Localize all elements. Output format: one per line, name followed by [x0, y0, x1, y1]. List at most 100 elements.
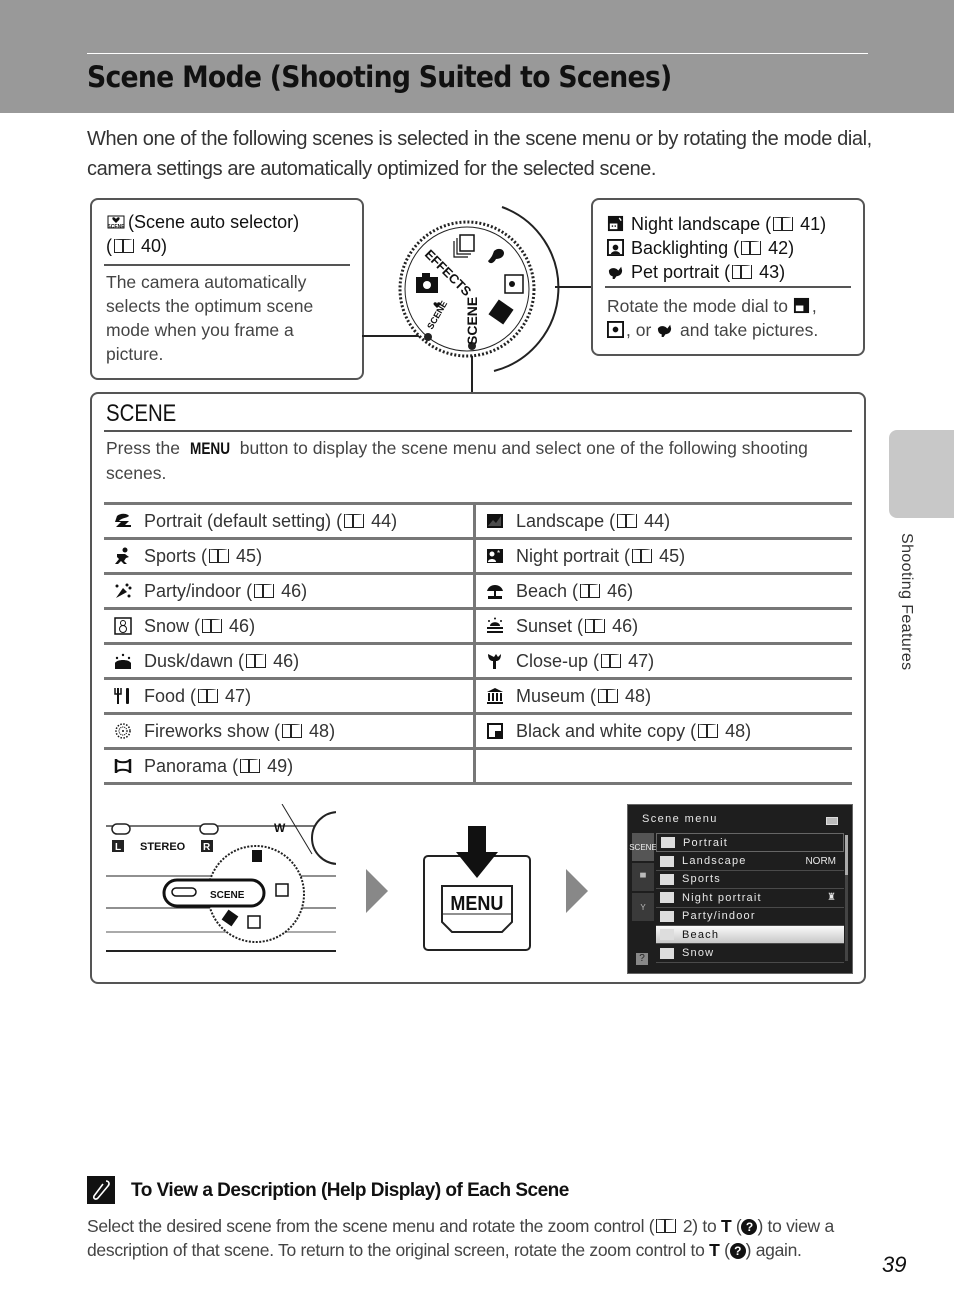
- night-portrait-icon: [660, 892, 674, 904]
- section-tab[interactable]: [889, 430, 954, 518]
- landscape-icon: [487, 514, 503, 528]
- scene-menu-item-label: Beach: [682, 928, 720, 941]
- tab-movie[interactable]: ▀: [632, 863, 654, 891]
- book-ref-icon: [208, 548, 230, 563]
- mode-dial-illustration: EFFECTS SCENE SCENE: [398, 206, 560, 372]
- help-question-icon: ?: [741, 1219, 758, 1235]
- party-indoor-icon: [115, 583, 132, 598]
- dusk-dawn-icon: [115, 653, 131, 669]
- scene-section-description: Press the MENU button to display the sce…: [106, 438, 808, 483]
- book-ref-icon: [772, 217, 794, 231]
- scene-menu-item[interactable]: Party/indoor: [656, 908, 844, 926]
- screen-title: Scene menu: [642, 813, 718, 825]
- scene-menu-item-label: Portrait: [683, 836, 729, 849]
- tab-scene[interactable]: SCENE: [629, 833, 657, 861]
- beach-icon: [660, 929, 674, 941]
- book-ref-icon: [597, 688, 619, 703]
- page-number: 39: [882, 1252, 907, 1277]
- scene-table-cell: Panorama ( 49): [104, 750, 476, 782]
- pet-portrait-icon: [608, 266, 623, 280]
- book-ref-icon: [239, 758, 261, 773]
- scene-name: Food: [144, 685, 186, 706]
- close-up-icon: [488, 654, 501, 669]
- scene-name: Fireworks show: [144, 720, 270, 741]
- scene-menu-item[interactable]: Snow: [656, 944, 844, 963]
- scene-menu-item[interactable]: Portrait: [656, 833, 844, 853]
- scene-page-ref: ( 47): [588, 650, 655, 671]
- step-arrow-icon: [366, 869, 388, 913]
- scene-menu-item[interactable]: Sports: [656, 871, 844, 890]
- ref-page: 40: [141, 236, 162, 256]
- scene-table-row: Snow ( 46) Sunset ( 46): [104, 610, 852, 645]
- scene-menu-item[interactable]: Night portrait ♜: [656, 889, 844, 908]
- scene-table-cell: Black and white copy ( 48): [476, 715, 848, 747]
- help-question-icon: ?: [729, 1243, 746, 1259]
- scene-auto-selector-callout: SCENE (Scene auto selector) ( 40) The ca…: [90, 198, 364, 380]
- intro-paragraph: When one of the following scenes is sele…: [87, 128, 872, 180]
- book-ref-icon: [731, 265, 753, 279]
- book-ref-icon: [343, 513, 365, 528]
- scene-page-ref: ( 47): [185, 685, 252, 706]
- scene-table-cell: Close-up ( 47): [476, 645, 848, 677]
- party-indoor-icon: [660, 910, 674, 922]
- book-ref-icon: [197, 688, 219, 703]
- continuous-icon: [459, 234, 475, 252]
- zoom-t-label: T: [709, 1240, 720, 1260]
- museum-icon: [487, 688, 503, 704]
- book-ref-icon: [600, 653, 622, 668]
- scene-section-rule: [104, 430, 852, 432]
- scene-table-cell: Sports ( 45): [104, 540, 476, 572]
- image-quality-badge: NORM: [805, 855, 836, 867]
- scene-page-ref: ( 48): [585, 685, 652, 706]
- header-rule: [87, 53, 868, 54]
- tip-title: To View a Description (Help Display) of …: [131, 1180, 569, 1201]
- scene-table-row: Sports ( 45) * Night portrait ( 45): [104, 540, 852, 575]
- section-tab-label: Shooting Features: [898, 533, 915, 671]
- book-ref-icon: [579, 583, 601, 598]
- scene-table-cell: Dusk/dawn ( 46): [104, 645, 476, 677]
- note-pencil-icon: [87, 1176, 115, 1204]
- book-ref-icon: [201, 618, 223, 633]
- backlighting-icon: [607, 239, 624, 256]
- tripod-icon: ♜: [827, 892, 836, 904]
- scene-table-row: Fireworks show ( 48) Black and white copy…: [104, 715, 852, 750]
- dial-scene-item: Night landscape ( 41): [607, 212, 851, 236]
- mic-right: [199, 823, 219, 835]
- scene-menu-section: SCENE Press the MENU button to display t…: [90, 392, 866, 984]
- book-ref-icon: [245, 653, 267, 668]
- scene-menu-item[interactable]: Landscape NORM: [656, 852, 844, 871]
- scene-menu-item[interactable]: Beach: [656, 925, 844, 945]
- scene-name: Close-up: [516, 650, 589, 671]
- night-portrait-icon: *: [487, 549, 503, 563]
- scene-name: Dusk/dawn: [144, 650, 234, 671]
- dial-label-scene: SCENE: [464, 297, 480, 345]
- scene-page-ref: ( 46): [572, 615, 639, 636]
- dial-scene-item: Pet portrait ( 43): [607, 260, 851, 284]
- scene-list-table: Portrait (default setting) ( 44) Landscap…: [104, 502, 852, 785]
- book-ref-icon: [655, 1219, 677, 1233]
- scene-page-ref: ( 44): [604, 510, 671, 531]
- scrollbar[interactable]: [845, 835, 848, 961]
- sports-icon: [660, 873, 674, 885]
- fireworks-icon: [115, 723, 131, 739]
- scene-table-cell: Fireworks show ( 48): [104, 715, 476, 747]
- right-channel-label: R: [203, 842, 211, 853]
- snow-icon: [114, 617, 132, 635]
- scene-name: Sports: [144, 545, 197, 566]
- page-header-band: Scene Mode (Shooting Suited to Scenes): [0, 0, 954, 113]
- food-icon: [114, 688, 129, 704]
- scene-page-ref: ( 46): [189, 615, 256, 636]
- scene-menu-item-label: Party/indoor: [682, 910, 756, 923]
- scene-page-ref: ( 48): [685, 720, 752, 741]
- callout-body: The camera automatically selects the opt…: [106, 272, 314, 364]
- help-icon[interactable]: ?: [636, 953, 648, 965]
- scene-section-title: SCENE: [106, 400, 177, 427]
- bw-copy-icon: [487, 723, 503, 739]
- scene-table-cell: * Night portrait ( 45): [476, 540, 848, 572]
- landscape-icon: [660, 855, 674, 867]
- svg-text:*: *: [497, 549, 500, 558]
- scene-table-cell: Landscape ( 44): [476, 505, 848, 537]
- portrait-icon: [661, 837, 675, 849]
- scene-name: Portrait (default setting): [144, 510, 332, 531]
- tab-setup[interactable]: Y: [632, 893, 654, 921]
